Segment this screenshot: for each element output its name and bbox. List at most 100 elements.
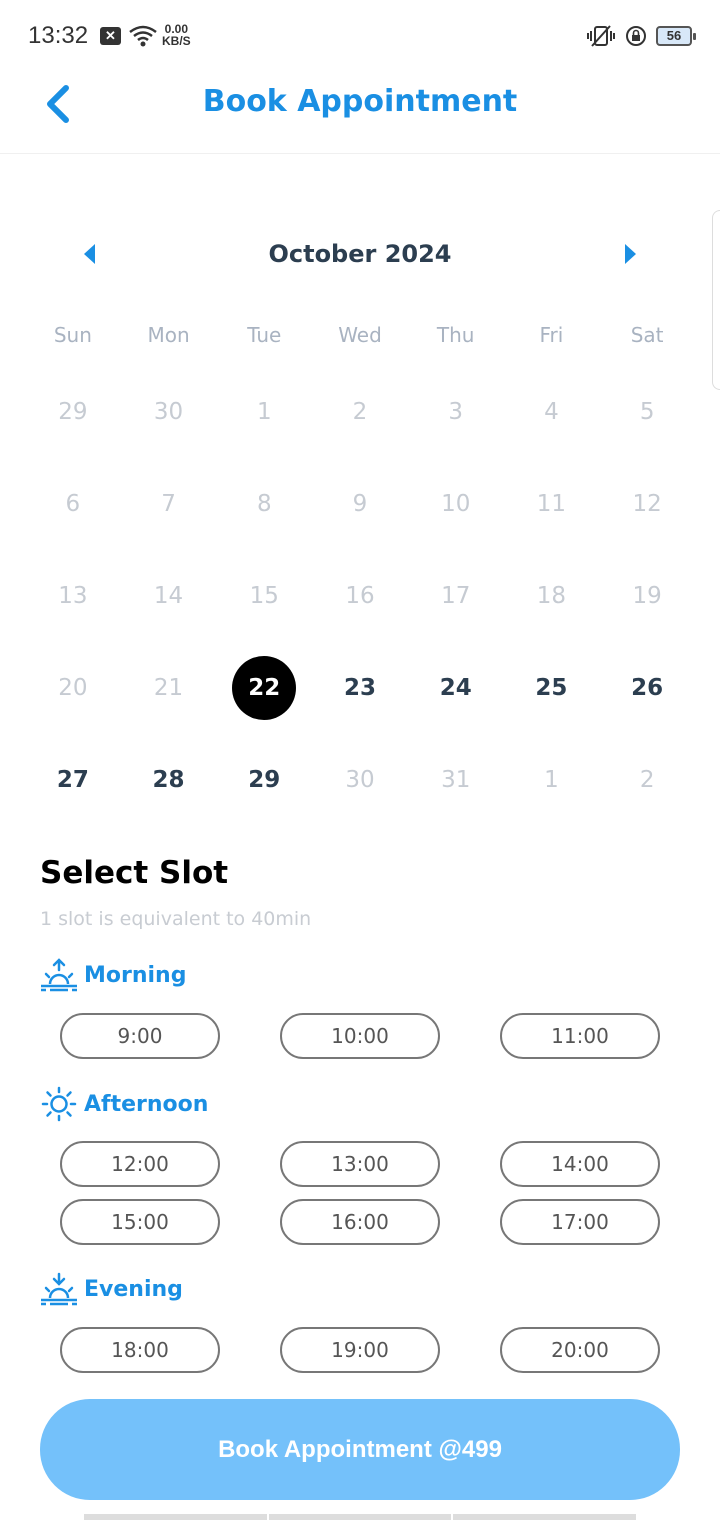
weekday-label: Sat — [630, 323, 664, 347]
calendar-day: 6 — [25, 458, 121, 550]
afternoon-label: Afternoon — [84, 1091, 209, 1117]
time-slot-button[interactable]: 17:00 — [500, 1199, 660, 1245]
calendar-day-number: 14 — [153, 583, 184, 609]
next-month-button[interactable] — [618, 240, 642, 268]
network-speed-unit: KB/S — [162, 34, 191, 48]
afternoon-slot-row: 12:00 13:00 14:00 — [60, 1141, 660, 1187]
sunrise-icon — [41, 958, 77, 992]
calendar-day: 2 — [312, 366, 408, 458]
calendar-day-number: 3 — [448, 399, 464, 425]
calendar-day[interactable]: 24 — [408, 642, 504, 734]
calendar-day-number: 2 — [639, 767, 655, 793]
close-notification-icon: ✕ — [100, 27, 121, 45]
calendar-day-number: 30 — [345, 767, 375, 793]
book-appointment-button[interactable]: Book Appointment @499 — [40, 1399, 680, 1500]
calendar-day: 29 — [25, 366, 121, 458]
time-slot-button[interactable]: 19:00 — [280, 1327, 440, 1373]
calendar-day: 21 — [121, 642, 217, 734]
calendar-day: 19 — [599, 550, 695, 642]
calendar-day: 20 — [25, 642, 121, 734]
weekday-label: Sun — [53, 323, 92, 347]
calendar-day-number: 30 — [153, 399, 184, 425]
morning-section-header: Morning — [40, 958, 186, 992]
calendar-day-number: 5 — [639, 399, 655, 425]
network-speed: 0.00 KB/S — [162, 23, 191, 47]
calendar-navigation: October 2024 — [0, 236, 720, 276]
calendar-day-number: 1 — [256, 399, 272, 425]
time-slot-button[interactable]: 11:00 — [500, 1013, 660, 1059]
calendar-day-number: 10 — [441, 491, 471, 517]
calendar-day: 2 — [599, 734, 695, 826]
calendar-day[interactable]: 28 — [121, 734, 217, 826]
calendar-day-number: 24 — [439, 675, 472, 701]
calendar-day: 9 — [312, 458, 408, 550]
bottom-bar — [84, 1514, 637, 1520]
calendar-day: 11 — [504, 458, 600, 550]
evening-label: Evening — [84, 1276, 183, 1302]
calendar-day-number: 19 — [632, 583, 662, 609]
calendar-day[interactable]: 23 — [312, 642, 408, 734]
calendar-day-number: 26 — [631, 675, 664, 701]
month-label: October 2024 — [268, 240, 452, 268]
select-slot-heading: Select Slot — [40, 855, 229, 891]
rotation-lock-icon — [626, 26, 646, 46]
caret-right-icon — [625, 244, 636, 264]
calendar-day: 31 — [408, 734, 504, 826]
time-slot-button[interactable]: 12:00 — [60, 1141, 220, 1187]
calendar-day: 10 — [408, 458, 504, 550]
calendar-day-number: 28 — [152, 767, 185, 793]
calendar-day-number: 16 — [345, 583, 375, 609]
time-slot-button[interactable]: 20:00 — [500, 1327, 660, 1373]
weekday-label: Tue — [247, 323, 282, 347]
calendar-day[interactable]: 26 — [599, 642, 695, 734]
weekday-label: Mon — [147, 323, 190, 347]
page-title: Book Appointment — [202, 84, 518, 119]
calendar-day-number: 23 — [343, 675, 376, 701]
calendar-day[interactable]: 27 — [25, 734, 121, 826]
calendar-day: 16 — [312, 550, 408, 642]
calendar-day-number: 29 — [58, 399, 88, 425]
calendar-day-number: 7 — [161, 491, 176, 517]
calendar-day: 1 — [504, 734, 600, 826]
calendar-day: 7 — [121, 458, 217, 550]
afternoon-section-header: Afternoon — [40, 1086, 208, 1122]
calendar-day: 14 — [121, 550, 217, 642]
calendar-day: 8 — [216, 458, 312, 550]
time-slot-button[interactable]: 10:00 — [280, 1013, 440, 1059]
calendar-day: 15 — [216, 550, 312, 642]
slot-duration-note: 1 slot is equivalent to 40min — [40, 908, 312, 930]
vibrate-icon — [587, 25, 615, 47]
calendar-day-selected[interactable]: 22 — [216, 642, 312, 734]
calendar-day-grid: 29 30 1 2 3 4 5 6 7 8 9 10 11 12 13 14 15 16 17 18 19 20 21 22 2… — [25, 366, 695, 826]
time-slot-button[interactable]: 13:00 — [280, 1141, 440, 1187]
evening-slot-row: 18:00 19:00 20:00 — [60, 1327, 660, 1373]
time-slot-button[interactable]: 9:00 — [60, 1013, 220, 1059]
time-slot-button[interactable]: 14:00 — [500, 1141, 660, 1187]
calendar-day-number: 6 — [65, 491, 81, 517]
calendar-day-number: 18 — [536, 583, 567, 609]
time-slot-button[interactable]: 15:00 — [60, 1199, 220, 1245]
calendar-day: 5 — [599, 366, 695, 458]
calendar-day-number: 9 — [352, 491, 368, 517]
calendar-day-number: 25 — [535, 675, 568, 701]
calendar-day[interactable]: 29 — [216, 734, 312, 826]
weekday-label: Fri — [539, 323, 564, 347]
calendar-day[interactable]: 25 — [504, 642, 600, 734]
time-slot-button[interactable]: 16:00 — [280, 1199, 440, 1245]
calendar-day-number: 1 — [544, 767, 559, 793]
weekday-label: Thu — [436, 323, 475, 347]
time-slot-button[interactable]: 18:00 — [60, 1327, 220, 1373]
calendar-day: 12 — [599, 458, 695, 550]
calendar-day-number: 8 — [256, 491, 272, 517]
afternoon-slot-row: 15:00 16:00 17:00 — [60, 1199, 660, 1245]
morning-slot-row: 9:00 10:00 11:00 — [60, 1013, 660, 1059]
weekday-header: Sun Mon Tue Wed Thu Fri Sat — [25, 320, 695, 350]
calendar-day: 17 — [408, 550, 504, 642]
calendar-day: 30 — [121, 366, 217, 458]
weekday-label: Wed — [338, 323, 382, 347]
calendar-day-number: 29 — [248, 767, 281, 793]
calendar-day-number: 15 — [249, 583, 279, 609]
calendar-day-number: 13 — [58, 583, 88, 609]
calendar-day-number: 27 — [56, 767, 89, 793]
battery-icon: 56 — [656, 26, 696, 46]
